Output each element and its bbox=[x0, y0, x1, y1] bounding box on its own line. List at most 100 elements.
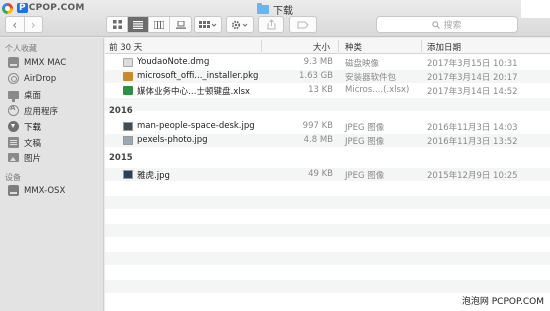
file-name: pexels-photo.jpg bbox=[137, 135, 208, 145]
empty-row bbox=[105, 98, 550, 111]
file-kind: JPEG 图像 bbox=[345, 137, 385, 147]
file-size: 1.63 GB bbox=[298, 71, 333, 81]
sidebar-item-mmx-osx[interactable]: MMX-OSX bbox=[8, 184, 65, 197]
tags-button[interactable] bbox=[289, 16, 317, 33]
file-size: 9.3 MB bbox=[303, 57, 333, 67]
chevron-right-icon: › bbox=[30, 17, 36, 32]
group-label-2015: 2015 bbox=[109, 153, 133, 163]
file-kind: JPEG 图像 bbox=[345, 171, 385, 181]
column-view-button[interactable] bbox=[149, 17, 170, 32]
arrange-button[interactable] bbox=[194, 16, 222, 33]
gallery-view-icon bbox=[175, 20, 186, 29]
documents-icon bbox=[8, 137, 19, 148]
window-title: 下载 bbox=[0, 2, 550, 17]
disk-image-icon bbox=[123, 58, 133, 67]
search-placeholder: 搜索 bbox=[443, 21, 462, 31]
file-name: microsoft_offi..._installer.pkg bbox=[137, 71, 259, 81]
sidebar-item-documents[interactable]: 文稿 bbox=[8, 136, 41, 149]
empty-row bbox=[105, 182, 550, 195]
column-header: 前 30 天 大小 种类 添加日期 bbox=[105, 38, 550, 54]
file-name: 媒体业务中心…士顿键盘.xlsx bbox=[137, 87, 251, 97]
empty-row bbox=[105, 252, 550, 265]
forward-button[interactable]: › bbox=[25, 17, 43, 32]
empty-row bbox=[105, 148, 550, 161]
sidebar-item-label: 应用程序 bbox=[24, 106, 59, 117]
sidebar-item-label: MMX-OSX bbox=[24, 185, 66, 196]
column-date-added[interactable]: 添加日期 bbox=[427, 41, 461, 53]
column-size[interactable]: 大小 bbox=[313, 41, 330, 53]
file-date: 2017年3月14日 14:52 bbox=[427, 87, 518, 97]
hard-disk-icon bbox=[8, 57, 19, 68]
image-file-icon bbox=[123, 136, 133, 145]
view-switcher bbox=[106, 16, 192, 33]
icon-view-button[interactable] bbox=[107, 17, 128, 32]
empty-row bbox=[105, 224, 550, 237]
column-kind[interactable]: 种类 bbox=[345, 41, 362, 53]
file-date: 2017年3月14日 20:17 bbox=[427, 73, 518, 83]
favorites-heading: 个人收藏 bbox=[5, 44, 37, 53]
column-divider bbox=[421, 40, 422, 52]
list-view-button[interactable] bbox=[128, 17, 149, 32]
search-input[interactable]: 搜索 bbox=[376, 16, 518, 33]
column-name[interactable]: 前 30 天 bbox=[109, 41, 142, 53]
file-kind: JPEG 图像 bbox=[345, 123, 385, 133]
file-kind: 安装器软件包 bbox=[345, 73, 397, 83]
empty-row bbox=[105, 196, 550, 209]
list-view-icon bbox=[133, 20, 143, 29]
sidebar-item-label: 图片 bbox=[24, 153, 42, 164]
gear-icon bbox=[231, 20, 248, 29]
sidebar-item-applications[interactable]: 应用程序 bbox=[8, 104, 58, 117]
sidebar-item-mmx-mac[interactable]: MMX MAC bbox=[8, 56, 66, 69]
empty-row bbox=[105, 210, 550, 223]
airdrop-icon bbox=[8, 73, 19, 84]
downloads-icon bbox=[8, 121, 19, 132]
table-row[interactable]: man-people-space-desk.jpg 997 KB JPEG 图像… bbox=[105, 120, 550, 133]
folder-icon bbox=[257, 3, 269, 14]
computer-icon bbox=[8, 185, 19, 196]
table-row[interactable]: microsoft_offi..._installer.pkg 1.63 GB … bbox=[105, 70, 550, 83]
file-name: 雅虎.jpg bbox=[137, 171, 170, 181]
devices-heading: 设备 bbox=[5, 173, 21, 182]
sidebar-item-label: 下载 bbox=[24, 122, 42, 133]
back-button[interactable]: ‹ bbox=[6, 17, 25, 32]
file-list: 前 30 天 大小 种类 添加日期 YoudaoNote.dmg 9.3 MB … bbox=[105, 38, 550, 311]
sidebar-item-downloads[interactable]: 下载 bbox=[8, 120, 41, 133]
sidebar-item-label: AirDrop bbox=[24, 73, 57, 84]
applications-icon bbox=[8, 104, 19, 116]
gallery-view-button[interactable] bbox=[170, 17, 191, 32]
nav-buttons: ‹ › bbox=[5, 16, 43, 33]
column-divider bbox=[338, 40, 339, 52]
sidebar-item-label: 文稿 bbox=[24, 138, 42, 149]
chevron-left-icon: ‹ bbox=[12, 17, 18, 32]
package-icon bbox=[123, 72, 133, 81]
table-row[interactable]: YoudaoNote.dmg 9.3 MB 磁盘映像 2017年3月15日 10… bbox=[105, 56, 550, 69]
table-row[interactable]: 媒体业务中心…士顿键盘.xlsx 13 KB Micros....(.xlsx)… bbox=[105, 84, 550, 97]
column-divider bbox=[261, 40, 262, 52]
file-name: man-people-space-desk.jpg bbox=[137, 121, 255, 131]
action-button[interactable] bbox=[226, 16, 254, 33]
sidebar-item-airdrop[interactable]: AirDrop bbox=[8, 72, 56, 85]
empty-row bbox=[105, 238, 550, 251]
tag-icon bbox=[297, 21, 309, 28]
image-file-icon bbox=[123, 170, 133, 179]
pictures-icon bbox=[8, 153, 19, 162]
sidebar-item-pictures[interactable]: 图片 bbox=[8, 151, 41, 164]
top-right-blank bbox=[521, 0, 550, 18]
file-size: 4.8 MB bbox=[303, 135, 333, 145]
share-button[interactable] bbox=[258, 16, 284, 33]
watermark: 泡泡网 PCPOP.COM bbox=[461, 297, 544, 307]
file-date: 2016年11月3日 14:03 bbox=[427, 123, 518, 133]
file-size: 997 KB bbox=[302, 121, 333, 131]
window-title-text: 下载 bbox=[273, 6, 293, 17]
arrange-icon bbox=[199, 20, 217, 28]
file-kind: Micros....(.xlsx) bbox=[345, 85, 410, 95]
file-date: 2017年3月15日 10:31 bbox=[427, 59, 518, 69]
empty-row bbox=[105, 280, 550, 293]
table-row[interactable]: 雅虎.jpg 49 KB JPEG 图像 2015年12月9日 10:25 bbox=[105, 168, 550, 181]
toolbar: P CPOP .COM 下载 ‹ › 搜索 bbox=[0, 0, 550, 37]
table-row[interactable]: pexels-photo.jpg 4.8 MB JPEG 图像 2016年11月… bbox=[105, 134, 550, 147]
group-label-2016: 2016 bbox=[109, 106, 133, 116]
file-date: 2016年11月3日 13:52 bbox=[427, 137, 518, 147]
file-size: 13 KB bbox=[308, 85, 333, 95]
sidebar-item-desktop[interactable]: 桌面 bbox=[8, 88, 41, 102]
